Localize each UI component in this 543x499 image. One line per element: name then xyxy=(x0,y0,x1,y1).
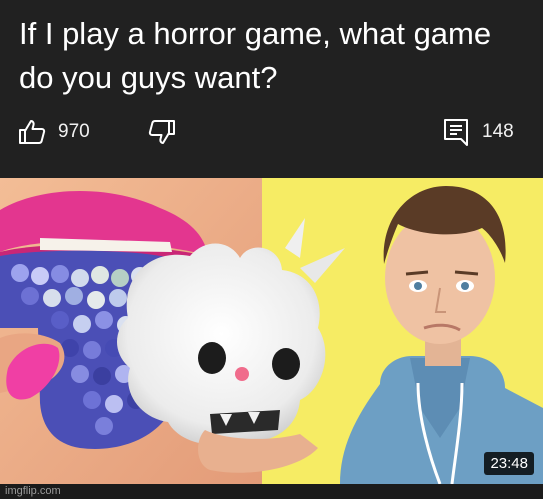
thumbnail-illustration xyxy=(0,178,543,484)
post-actions: 970 148 xyxy=(0,112,543,152)
post-text: If I play a horror game, what game do yo… xyxy=(19,16,492,95)
thumbs-down-icon xyxy=(148,118,176,146)
community-post: If I play a horror game, what game do yo… xyxy=(0,0,543,171)
video-thumbnail[interactable]: 23:48 xyxy=(0,178,543,484)
video-duration-badge: 23:48 xyxy=(484,452,534,475)
comments-button[interactable]: 148 xyxy=(442,112,514,152)
footer-bar: imgflip.com xyxy=(0,484,543,499)
comment-icon xyxy=(442,117,470,147)
like-button[interactable]: 970 xyxy=(18,112,90,152)
like-count: 970 xyxy=(58,121,90,142)
dislike-button[interactable] xyxy=(148,112,176,152)
thumbs-up-icon xyxy=(18,118,46,146)
comment-count: 148 xyxy=(482,121,514,142)
imgflip-watermark: imgflip.com xyxy=(5,485,61,497)
